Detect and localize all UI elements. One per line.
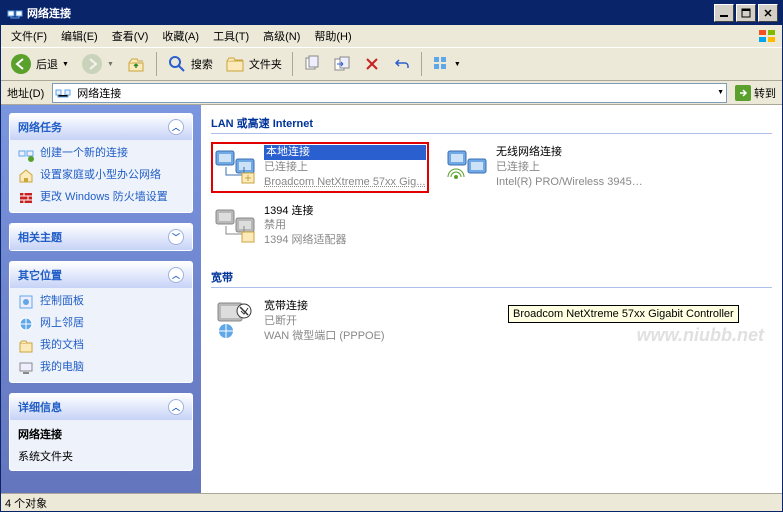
minimize-button[interactable] [714, 4, 734, 22]
menu-advanced[interactable]: 高级(N) [257, 26, 306, 46]
connection-name: 本地连接 [264, 145, 426, 160]
connection-broadband[interactable]: 宽带连接 已断开 WAN 微型端口 (PPPOE) [211, 296, 421, 347]
views-button[interactable]: ▼ [427, 50, 466, 78]
documents-icon [18, 338, 34, 354]
up-button[interactable] [121, 50, 151, 78]
address-label: 地址(D) [3, 85, 48, 101]
panel-details: 详细信息 ︿ 网络连接 系统文件夹 [9, 393, 193, 471]
group-header-broadband: 宽带 [211, 265, 772, 287]
folders-label: 文件夹 [249, 56, 282, 72]
content-pane: www.niubb.net LAN 或高速 Internet 本地连接 已连接上… [201, 105, 782, 493]
titlebar: 网络连接 [1, 1, 782, 25]
menu-tools[interactable]: 工具(T) [207, 26, 255, 46]
connection-wireless[interactable]: 无线网络连接 已连接上 Intel(R) PRO/Wireless 3945AB… [443, 142, 653, 193]
lan-connected-icon [214, 145, 258, 185]
connection-status: 禁用 [264, 218, 418, 233]
panel-header-other-places[interactable]: 其它位置 ︿ [10, 262, 192, 288]
status-text: 4 个对象 [5, 495, 47, 511]
group-divider [211, 133, 772, 134]
status-bar: 4 个对象 [1, 493, 782, 511]
copy-button[interactable] [298, 50, 326, 78]
chevron-up-icon: ︿ [168, 119, 184, 135]
connection-name: 无线网络连接 [496, 145, 650, 160]
connection-local[interactable]: 本地连接 已连接上 Broadcom NetXtreme 57xx Gig... [211, 142, 429, 193]
maximize-button[interactable] [736, 4, 756, 22]
windows-flag-icon [756, 27, 778, 45]
menu-view[interactable]: 查看(V) [106, 26, 155, 46]
sidebar-item-new-connection[interactable]: 创建一个新的连接 [18, 146, 184, 162]
delete-button[interactable] [358, 50, 386, 78]
tooltip: Broadcom NetXtreme 57xx Gigabit Controll… [508, 305, 739, 323]
go-label: 转到 [754, 85, 776, 101]
chevron-up-icon: ︿ [168, 267, 184, 283]
computer-icon [18, 360, 34, 376]
details-main: 网络连接 [18, 426, 184, 442]
menu-file[interactable]: 文件(F) [5, 26, 53, 46]
go-button[interactable]: 转到 [731, 83, 780, 103]
connection-status: 已连接上 [264, 160, 426, 175]
connection-device: WAN 微型端口 (PPPOE) [264, 329, 418, 344]
new-connection-icon [18, 146, 34, 162]
panel-network-tasks: 网络任务 ︿ 创建一个新的连接 设置家庭或小型办公网络 [9, 113, 193, 213]
address-bar: 地址(D) ▼ 转到 [1, 81, 782, 105]
window-title: 网络连接 [27, 5, 714, 21]
panel-header-details[interactable]: 详细信息 ︿ [10, 394, 192, 420]
connection-device: Broadcom NetXtreme 57xx Gig... [264, 175, 426, 190]
sidebar-item-my-computer[interactable]: 我的电脑 [18, 360, 184, 376]
menu-help[interactable]: 帮助(H) [308, 26, 357, 46]
back-label: 后退 [36, 56, 58, 72]
back-button[interactable]: 后退 ▼ [5, 50, 74, 78]
sidebar-item-network-neighborhood[interactable]: 网上邻居 [18, 316, 184, 332]
group-header-lan: LAN 或高速 Internet [211, 111, 772, 133]
chevron-down-icon[interactable]: ▼ [717, 89, 724, 96]
chevron-down-icon: ▼ [454, 61, 461, 68]
connection-device: Intel(R) PRO/Wireless 3945AB... [496, 175, 650, 190]
forward-button[interactable]: ▼ [76, 50, 119, 78]
network-places-icon [18, 316, 34, 332]
undo-button[interactable] [388, 50, 416, 78]
menu-edit[interactable]: 编辑(E) [55, 26, 104, 46]
sidebar-item-my-documents[interactable]: 我的文档 [18, 338, 184, 354]
connection-name: 宽带连接 [264, 299, 418, 314]
firewall-icon [18, 190, 34, 206]
broadband-disconnected-icon [214, 299, 258, 339]
address-input-container[interactable]: ▼ [52, 83, 727, 103]
go-arrow-icon [735, 85, 751, 101]
control-panel-icon [18, 294, 34, 310]
panel-related: 相关主题 ﹀ [9, 223, 193, 251]
panel-header-network-tasks[interactable]: 网络任务 ︿ [10, 114, 192, 140]
connection-name: 1394 连接 [264, 204, 418, 219]
chevron-down-icon: ▼ [107, 61, 114, 68]
sidebar-item-firewall[interactable]: 更改 Windows 防火墙设置 [18, 190, 184, 206]
chevron-down-icon: ﹀ [168, 229, 184, 245]
home-network-icon [18, 168, 34, 184]
search-button[interactable]: 搜索 [162, 50, 218, 78]
connection-status: 已连接上 [496, 160, 650, 175]
group-divider [211, 287, 772, 288]
chevron-up-icon: ︿ [168, 399, 184, 415]
toolbar: 后退 ▼ ▼ 搜索 文件夹 [1, 47, 782, 81]
address-input[interactable] [75, 86, 713, 100]
chevron-down-icon: ▼ [62, 61, 69, 68]
folders-button[interactable]: 文件夹 [220, 50, 287, 78]
details-sub: 系统文件夹 [18, 448, 184, 464]
sidebar: 网络任务 ︿ 创建一个新的连接 设置家庭或小型办公网络 [1, 105, 201, 493]
menubar: 文件(F) 编辑(E) 查看(V) 收藏(A) 工具(T) 高级(N) 帮助(H… [1, 25, 782, 47]
move-button[interactable] [328, 50, 356, 78]
sidebar-item-control-panel[interactable]: 控制面板 [18, 294, 184, 310]
network-icon [55, 85, 71, 101]
lan-disabled-icon [214, 204, 258, 244]
panel-other-places: 其它位置 ︿ 控制面板 网上邻居 我的文档 [9, 261, 193, 383]
connection-status: 已断开 [264, 314, 418, 329]
connection-1394[interactable]: 1394 连接 禁用 1394 网络适配器 [211, 201, 421, 252]
panel-header-related[interactable]: 相关主题 ﹀ [10, 224, 192, 250]
sidebar-item-home-network[interactable]: 设置家庭或小型办公网络 [18, 168, 184, 184]
wireless-connected-icon [446, 145, 490, 185]
connection-device: 1394 网络适配器 [264, 233, 418, 248]
network-icon [7, 5, 23, 21]
close-button[interactable] [758, 4, 778, 22]
menu-favorites[interactable]: 收藏(A) [156, 26, 205, 46]
search-label: 搜索 [191, 56, 213, 72]
